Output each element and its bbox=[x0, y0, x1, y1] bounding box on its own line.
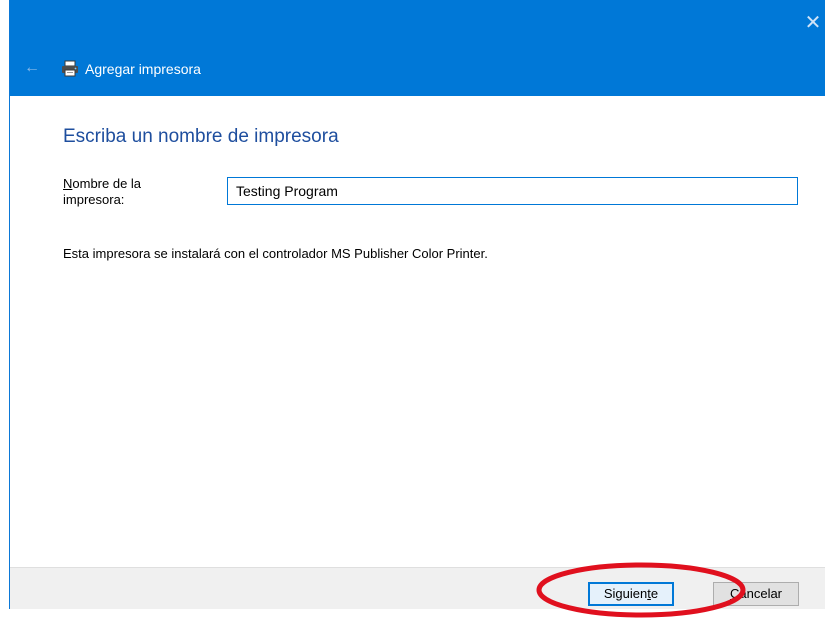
printer-name-label: Nombre de la impresora: bbox=[63, 176, 203, 208]
printer-name-input[interactable] bbox=[227, 177, 798, 205]
next-button[interactable]: Siguiente bbox=[588, 582, 674, 606]
close-icon[interactable]: ✕ bbox=[801, 10, 825, 36]
back-arrow-icon[interactable]: ← bbox=[22, 58, 42, 78]
dialog-title: Agregar impresora bbox=[85, 61, 201, 77]
add-printer-dialog: ✕ ← Agregar impresora Escriba un nombre … bbox=[9, 0, 825, 609]
cancel-button[interactable]: Cancelar bbox=[713, 582, 799, 606]
cancel-label-rest: ancelar bbox=[739, 586, 783, 601]
printer-icon bbox=[62, 60, 78, 77]
next-label-a: Siguien bbox=[603, 586, 648, 601]
label-accelerator: N bbox=[63, 176, 73, 191]
background-strip bbox=[0, 0, 9, 619]
cancel-label-accelerator: C bbox=[729, 586, 740, 601]
page-heading: Escriba un nombre de impresora bbox=[63, 126, 339, 147]
driver-info-text: Esta impresora se instalará con el contr… bbox=[63, 246, 488, 261]
label-text: ombre de la impresora: bbox=[63, 176, 142, 207]
dialog-footer: Siguiente Cancelar bbox=[10, 567, 825, 609]
title-bar: ✕ ← Agregar impresora bbox=[10, 0, 825, 96]
next-label-b: e bbox=[650, 586, 659, 601]
